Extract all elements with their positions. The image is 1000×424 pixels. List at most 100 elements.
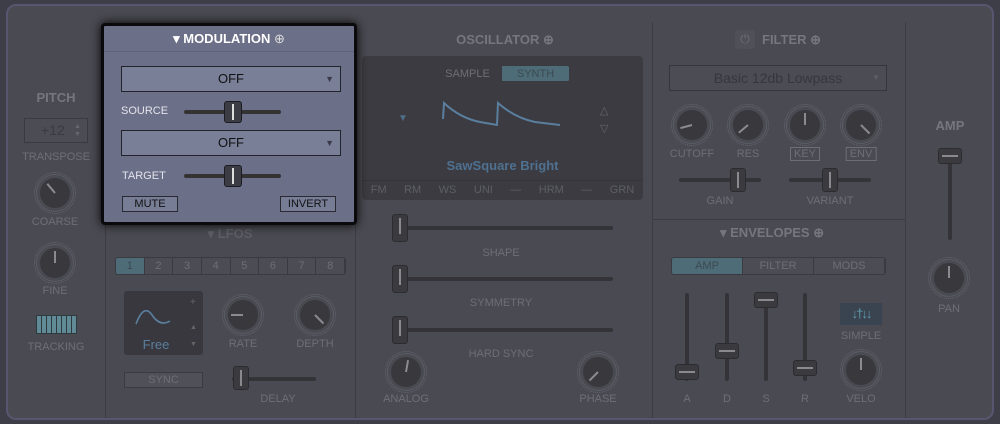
gain-slider[interactable] xyxy=(679,178,761,182)
env-tab-mods[interactable]: MODS xyxy=(814,258,885,274)
key-knob[interactable] xyxy=(784,104,826,146)
tab-ws[interactable]: WS xyxy=(439,181,457,200)
lfo-mode: Free xyxy=(142,337,170,352)
chevron-down-icon: ▼ xyxy=(325,138,334,148)
delay-label: DELAY xyxy=(260,393,296,405)
waveform-display xyxy=(442,100,561,127)
tracking-label: TRACKING xyxy=(27,341,85,353)
variant-slider-thumb[interactable] xyxy=(822,168,838,192)
lfo-tab-3[interactable]: 3 xyxy=(173,258,202,274)
target-label: TARGET xyxy=(122,170,166,182)
decay-fader[interactable] xyxy=(725,293,729,381)
target-value: OFF xyxy=(218,135,244,150)
hard-sync-slider-thumb[interactable] xyxy=(392,316,408,344)
zoom-icon[interactable]: ⊕ xyxy=(543,32,554,47)
lfos-title-text: LFOS xyxy=(217,226,253,241)
symmetry-slider-thumb[interactable] xyxy=(392,265,408,293)
sync-button[interactable]: SYNC xyxy=(124,372,203,388)
fine-label: FINE xyxy=(42,285,68,297)
lfo-tab-1[interactable]: 1 xyxy=(116,258,145,274)
coarse-knob[interactable] xyxy=(34,172,76,214)
lfo-tab-7[interactable]: 7 xyxy=(287,258,317,274)
lfo-tab-5[interactable]: 5 xyxy=(230,258,260,274)
oscillator-title: OSCILLATOR ⊕ xyxy=(440,32,570,48)
lfo-tab-8[interactable]: 8 xyxy=(316,258,345,274)
separator: — xyxy=(510,184,522,196)
source-dropdown[interactable]: OFF ▼ xyxy=(121,66,341,92)
filter-title-text: FILTER xyxy=(762,32,807,47)
key-button[interactable]: KEY xyxy=(789,147,821,161)
coarse-label: COARSE xyxy=(31,216,79,228)
gain-slider-thumb[interactable] xyxy=(730,168,746,192)
modulation-header[interactable]: ▾ MODULATION ⊕ xyxy=(104,26,354,52)
preset-menu-icon[interactable]: ▼ xyxy=(398,113,408,124)
lfo-shape-display[interactable]: + ▲ ▼ Free xyxy=(124,291,203,355)
delay-slider-thumb[interactable] xyxy=(233,366,249,390)
env-knob[interactable] xyxy=(840,104,882,146)
lfos-title[interactable]: ▾ LFOS xyxy=(190,226,270,242)
env-tab-filter[interactable]: FILTER xyxy=(743,258,814,274)
tab-rm[interactable]: RM xyxy=(404,181,421,200)
env-tab-amp[interactable]: AMP xyxy=(672,258,743,274)
velo-knob[interactable] xyxy=(840,349,882,391)
osc-bottom-tabs: FM RM WS UNI — HRM — GRN xyxy=(362,180,643,200)
lfo-tab-4[interactable]: 4 xyxy=(201,258,231,274)
tab-grn[interactable]: GRN xyxy=(610,181,634,200)
attack-label: A xyxy=(683,393,691,405)
cutoff-knob[interactable] xyxy=(671,104,713,146)
hard-sync-slider[interactable] xyxy=(393,328,613,332)
amp-volume-fader-thumb[interactable] xyxy=(938,148,962,164)
filter-type-value: Basic 12db Lowpass xyxy=(713,70,843,86)
preset-up-icon: △ xyxy=(600,105,609,117)
zoom-icon[interactable]: ⊕ xyxy=(813,225,824,240)
mode-sample[interactable]: SAMPLE xyxy=(434,66,502,81)
sustain-label: S xyxy=(762,393,770,405)
source-amount-thumb[interactable] xyxy=(224,101,242,123)
depth-knob[interactable] xyxy=(294,294,336,336)
release-fader-thumb[interactable] xyxy=(793,360,817,376)
rate-knob[interactable] xyxy=(222,294,264,336)
target-dropdown[interactable]: OFF ▼ xyxy=(121,130,341,156)
pan-knob[interactable] xyxy=(928,257,970,299)
symmetry-slider[interactable] xyxy=(393,277,613,281)
keyboard-tracking-icon[interactable] xyxy=(36,315,77,334)
envelopes-title[interactable]: ▾ ENVELOPES ⊕ xyxy=(720,225,850,241)
chevron-down-icon: ▼ xyxy=(872,73,880,82)
amp-title: AMP xyxy=(935,118,965,133)
stepper-arrows-icon[interactable]: ▲ ▼ xyxy=(74,119,81,139)
shape-slider[interactable] xyxy=(393,226,613,230)
analog-label: ANALOG xyxy=(383,393,429,405)
preset-name: SawSquare Bright xyxy=(446,158,559,173)
mute-button[interactable]: MUTE xyxy=(122,196,178,212)
filter-type-dropdown[interactable]: Basic 12db Lowpass ▼ xyxy=(669,65,887,91)
tab-fm[interactable]: FM xyxy=(371,181,387,200)
attack-fader-thumb[interactable] xyxy=(675,364,699,380)
lfo-tab-2[interactable]: 2 xyxy=(144,258,174,274)
preset-nav-arrows[interactable]: △ ▽ xyxy=(600,102,608,138)
decay-fader-thumb[interactable] xyxy=(715,343,739,359)
shape-slider-thumb[interactable] xyxy=(392,214,408,242)
osc-mode-toggle: SAMPLE SYNTH xyxy=(433,65,571,82)
phase-label: PHASE xyxy=(579,393,617,405)
pan-label: PAN xyxy=(938,303,960,315)
invert-button[interactable]: INVERT xyxy=(280,196,336,212)
tab-uni[interactable]: UNI xyxy=(474,181,493,200)
zoom-icon[interactable]: ⊕ xyxy=(274,31,285,46)
phase-knob[interactable] xyxy=(577,351,619,393)
res-knob[interactable] xyxy=(727,104,769,146)
mode-synth[interactable]: SYNTH xyxy=(502,66,570,81)
env-button[interactable]: ENV xyxy=(845,147,877,161)
zoom-icon[interactable]: ⊕ xyxy=(810,32,821,47)
lfo-tab-6[interactable]: 6 xyxy=(259,258,288,274)
sustain-fader-thumb[interactable] xyxy=(754,292,778,308)
target-amount-thumb[interactable] xyxy=(224,165,242,187)
velo-label: VELO xyxy=(846,393,876,405)
tab-hrm[interactable]: HRM xyxy=(539,181,564,200)
fine-knob[interactable] xyxy=(34,242,76,284)
transpose-field[interactable]: +12 ▲ ▼ xyxy=(24,118,88,143)
simple-mode-icon[interactable]: ↓†↓↓ xyxy=(840,303,882,325)
preset-down-icon: ▽ xyxy=(600,123,609,135)
release-label: R xyxy=(801,393,809,405)
analog-knob[interactable] xyxy=(385,351,427,393)
filter-power-button[interactable]: ⏻ xyxy=(735,30,755,49)
